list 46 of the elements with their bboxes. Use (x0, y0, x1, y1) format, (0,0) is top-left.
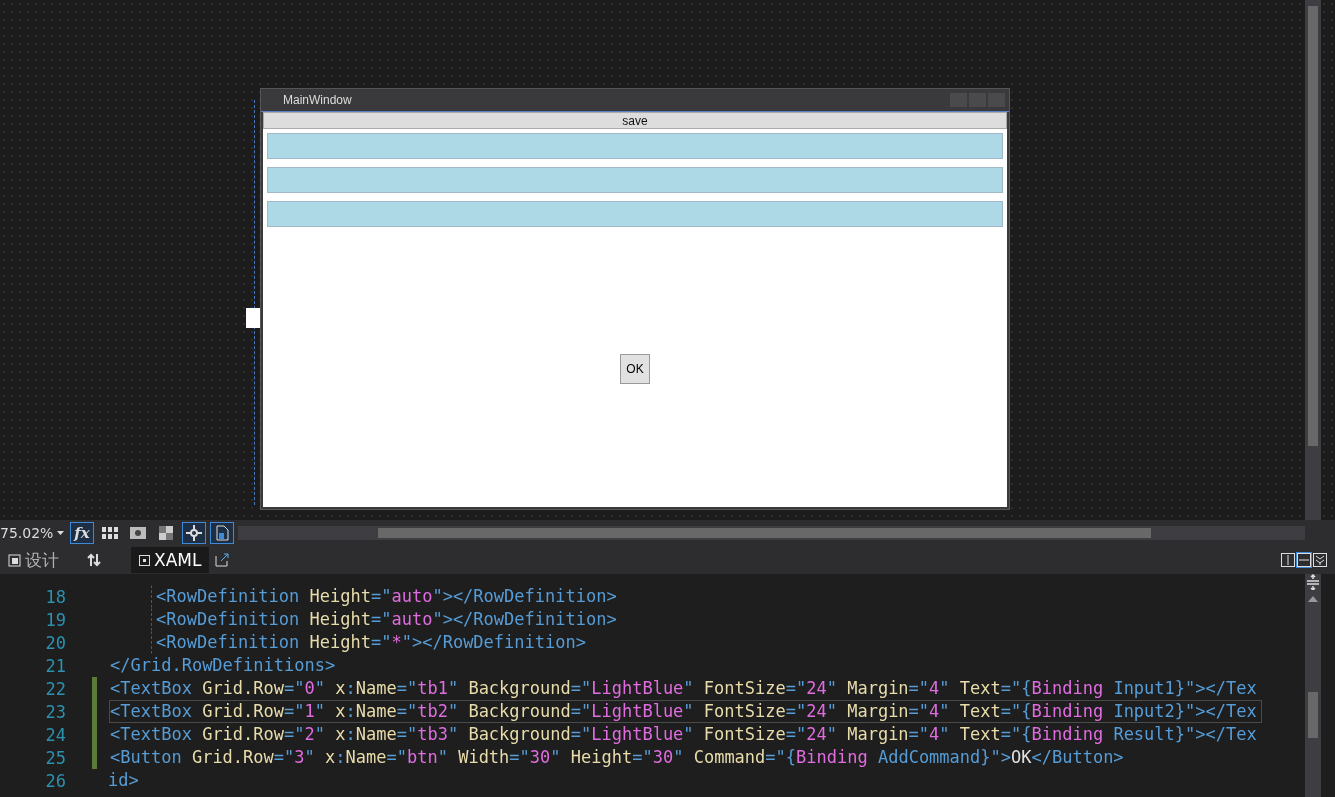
split-button[interactable] (1313, 553, 1327, 567)
code-line: <TextBox Grid.Row="0" x:Name="tb1" Background="LightBlue" FontSize="24" Margin="4" Text="{Binding Input1}"></Tex (109, 677, 1258, 700)
caret-icon[interactable] (57, 531, 65, 535)
code-line: id> (107, 769, 140, 792)
checker-icon (159, 526, 173, 540)
window-title: MainWindow (283, 93, 353, 107)
snap-icon (186, 525, 202, 541)
popout-icon[interactable] (215, 553, 231, 567)
code-view-icon (139, 554, 150, 566)
split-button[interactable] (1297, 553, 1311, 567)
code-line: <RowDefinition Height="auto"></RowDefinition> (151, 608, 622, 631)
line-number: 18 (44, 586, 67, 607)
scroll-up-icon[interactable] (1308, 596, 1318, 602)
code-line: </Grid.RowDefinitions> (109, 654, 337, 677)
line-number: 21 (44, 655, 67, 676)
line-number: 20 (44, 632, 67, 653)
line-number: 19 (44, 609, 67, 630)
horizontal-scrollbar[interactable] (238, 526, 1305, 540)
save-button[interactable]: save (263, 112, 1007, 129)
swap-icon[interactable] (87, 553, 101, 567)
vertical-scrollbar[interactable] (1305, 0, 1321, 520)
zoom-level[interactable]: 75.02% (0, 525, 54, 541)
design-tab[interactable]: 设计 (0, 547, 67, 573)
code-line: <RowDefinition Height="*"></RowDefinition> (151, 631, 591, 654)
splitter-icon[interactable] (1305, 574, 1321, 590)
toolbar-button[interactable] (182, 522, 206, 544)
split-button[interactable] (1281, 553, 1295, 567)
code-line: <TextBox Grid.Row="2" x:Name="tb3" Background="LightBlue" FontSize="24" Margin="4" Text="{Binding Result}"></Tex (109, 723, 1258, 746)
row-marker-icon[interactable] (246, 308, 260, 328)
fx-button[interactable]: fx (70, 522, 94, 544)
collapse-icon (1315, 555, 1325, 565)
page-icon (215, 525, 229, 541)
xaml-tab[interactable]: XAML (131, 547, 210, 573)
ok-button[interactable]: OK (620, 354, 650, 384)
code-line: <Button Grid.Row="3" x:Name="btn" Width="30" Height="30" Command="{Binding AddCommand}">OK</Button> (109, 746, 1125, 769)
code-line: <RowDefinition Height="auto"></RowDefinition> (151, 585, 622, 608)
line-number: 25 (44, 747, 67, 768)
scroll-thumb[interactable] (1308, 692, 1318, 738)
scroll-thumb[interactable] (378, 528, 1151, 538)
design-view-icon (8, 553, 21, 567)
line-number: 23 (44, 701, 67, 722)
line-number: 22 (44, 678, 67, 699)
vertical-scrollbar[interactable] (1305, 574, 1321, 797)
scroll-thumb[interactable] (1308, 6, 1318, 446)
line-number: 26 (44, 770, 67, 791)
line-number: 24 (44, 724, 67, 745)
